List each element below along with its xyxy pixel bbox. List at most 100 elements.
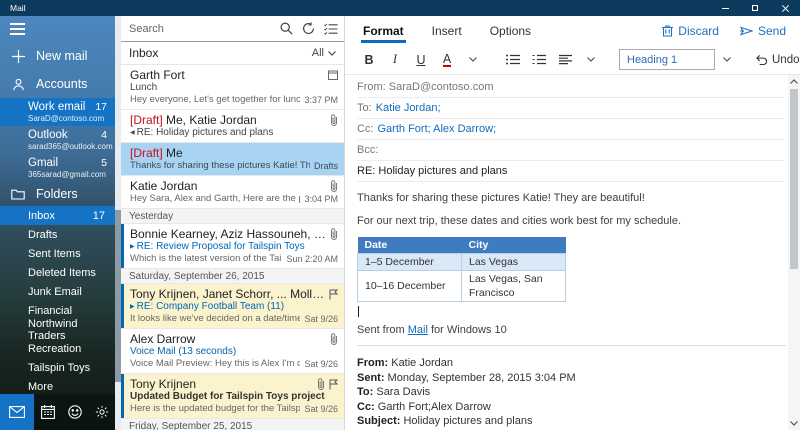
account-gmail[interactable]: Gmail 5 365sarad@gmail.com	[0, 154, 115, 182]
bold-button[interactable]: B	[357, 48, 381, 72]
paperclip-icon	[330, 333, 338, 345]
table-header-date: Date	[358, 237, 462, 254]
paragraph-align-button[interactable]	[553, 48, 577, 72]
style-dropdown[interactable]: Heading 1	[619, 49, 715, 70]
calendar-icon	[41, 405, 55, 419]
tab-insert[interactable]: Insert	[432, 16, 462, 45]
content-scrollbar[interactable]	[788, 75, 800, 430]
message-preview: Hey everyone, Let's get together for lun…	[130, 94, 300, 106]
message-sender: Tony Krijnen	[130, 377, 196, 391]
maximize-button[interactable]	[740, 0, 770, 16]
cc-recipients[interactable]: Garth Fort; Alex Darrow;	[378, 123, 497, 135]
list-item-tony-krijnen-thread[interactable]: Tony Krijnen, Janet Schorr, ... Molly De…	[121, 284, 344, 329]
folders-label: Folders	[36, 187, 78, 201]
minimize-icon	[722, 8, 729, 9]
account-unread-count: 5	[101, 157, 107, 169]
tab-format[interactable]: Format	[363, 16, 404, 45]
sidebar-folder-deleted-items[interactable]: Deleted Items	[0, 263, 115, 282]
body-paragraph: For our next trip, these dates and citie…	[357, 214, 786, 228]
to-field[interactable]: To: Katie Jordan;	[357, 98, 784, 119]
hamburger-menu-button[interactable]	[0, 16, 40, 42]
title-bar: Mail	[0, 0, 800, 16]
mail-link[interactable]: Mail	[408, 324, 428, 336]
send-button[interactable]: Send	[739, 24, 786, 38]
undo-button[interactable]: Undo	[755, 54, 800, 66]
new-mail-button[interactable]: New mail	[0, 42, 115, 70]
mail-view-button[interactable]	[0, 394, 34, 430]
settings-button[interactable]	[88, 394, 115, 430]
message-preview: Which is the latest version of the Tails…	[130, 253, 282, 265]
cc-field[interactable]: Cc: Garth Fort; Alex Darrow;	[357, 119, 784, 140]
sidebar-folder-northwind-traders[interactable]: Northwind Traders	[0, 320, 115, 339]
sidebar-folder-sent-items[interactable]: Sent Items	[0, 244, 115, 263]
sidebar-folder-tailspin-toys[interactable]: Tailspin Toys	[0, 358, 115, 377]
message-list-pane: Search Inbox All Garth Fort	[121, 16, 345, 430]
message-time: Sat 9/26	[304, 359, 338, 369]
numbered-list-button[interactable]	[527, 48, 551, 72]
paperclip-icon	[317, 378, 325, 390]
new-mail-label: New mail	[36, 49, 87, 63]
close-button[interactable]	[770, 0, 800, 16]
list-item-tony-krijnen-budget[interactable]: Tony Krijnen Updated Budget for Tailspin…	[121, 374, 344, 419]
calendar-view-button[interactable]	[34, 394, 61, 430]
list-item-draft-me-katie[interactable]: [Draft] Me, Katie Jordan ◀RE: Holiday pi…	[121, 110, 344, 143]
unread-indicator	[121, 374, 124, 418]
ribbon-tabs: Format Insert Options Discard Send	[345, 16, 800, 45]
list-item-katie-jordan[interactable]: Katie Jordan Hey Sara, Alex and Garth, H…	[121, 176, 344, 209]
minimize-button[interactable]	[710, 0, 740, 16]
close-icon	[782, 5, 789, 12]
sidebar-folder-drafts[interactable]: Drafts	[0, 225, 115, 244]
message-sender: Bonnie Kearney, Aziz Hassouneh, ... Tony…	[130, 227, 326, 241]
account-work-email[interactable]: Work email 17 SaraD@contoso.com	[0, 98, 115, 126]
bullet-list-button[interactable]	[501, 48, 525, 72]
scrollbar-thumb[interactable]	[790, 89, 798, 269]
list-item-alex-darrow[interactable]: Alex Darrow Voice Mail (13 seconds) Voic…	[121, 329, 344, 374]
from-field[interactable]: From: SaraD@contoso.com	[357, 77, 784, 98]
underline-button[interactable]: U	[409, 48, 433, 72]
message-sender: Alex Darrow	[130, 332, 195, 346]
to-recipient[interactable]: Katie Jordan;	[376, 102, 441, 114]
sidebar-folder-inbox[interactable]: Inbox 17	[0, 206, 115, 225]
tab-options[interactable]: Options	[490, 16, 531, 45]
unread-indicator	[121, 284, 124, 328]
reply-arrow-icon: ◀	[130, 130, 135, 136]
feedback-button[interactable]	[61, 394, 88, 430]
selection-mode-icon[interactable]	[324, 23, 338, 35]
flag-icon[interactable]	[329, 379, 338, 390]
list-item-draft-me-selected[interactable]: [Draft] Me Thanks for sharing these pict…	[121, 143, 344, 176]
account-name: Gmail	[28, 157, 58, 169]
font-options-chevron[interactable]	[461, 48, 485, 72]
bcc-field[interactable]: Bcc:	[357, 140, 784, 161]
sidebar-folder-junk-email[interactable]: Junk Email	[0, 282, 115, 301]
search-icon[interactable]	[280, 22, 293, 35]
thread-expand-icon[interactable]: ▶	[130, 244, 135, 250]
subject-field[interactable]: RE: Holiday pictures and plans	[357, 161, 784, 182]
message-subject: RE: Company Football Team (11)	[137, 301, 284, 312]
list-item-garth-fort[interactable]: Garth Fort Lunch Hey everyone, Let's get…	[121, 65, 344, 110]
paragraph-options-chevron[interactable]	[579, 48, 603, 72]
thread-expand-icon[interactable]: ▶	[130, 304, 135, 310]
discard-button[interactable]: Discard	[662, 24, 719, 38]
search-input[interactable]: Search	[129, 23, 272, 35]
font-color-button[interactable]: A	[435, 48, 459, 72]
folders-header[interactable]: Folders	[0, 182, 115, 206]
style-dropdown-chevron[interactable]	[717, 49, 737, 70]
scroll-up-arrow[interactable]	[790, 75, 798, 88]
italic-button[interactable]: I	[383, 48, 407, 72]
sync-icon[interactable]	[302, 22, 315, 35]
sidebar-folder-recreation[interactable]: Recreation	[0, 339, 115, 358]
account-unread-count: 17	[95, 101, 107, 113]
message-preview: Voice Mail Preview: Hey this is Alex I'm…	[130, 358, 300, 370]
list-item-bonnie-kearney[interactable]: Bonnie Kearney, Aziz Hassouneh, ... Tony…	[121, 224, 344, 269]
message-subject: RE: Review Proposal for Tailspin Toys	[137, 241, 305, 252]
folder-unread-count: 17	[93, 210, 105, 222]
account-outlook[interactable]: Outlook 4 sarad365@outlook.com	[0, 126, 115, 154]
filter-dropdown[interactable]: All	[312, 47, 336, 59]
scroll-down-arrow[interactable]	[790, 417, 798, 430]
maximize-icon	[752, 5, 758, 11]
mail-app-window: Mail New mail	[0, 0, 800, 430]
plus-icon	[10, 50, 26, 63]
message-body[interactable]: Thanks for sharing these pictures Katie!…	[357, 191, 786, 337]
flag-icon[interactable]	[329, 289, 338, 300]
accounts-header[interactable]: Accounts	[0, 70, 115, 98]
